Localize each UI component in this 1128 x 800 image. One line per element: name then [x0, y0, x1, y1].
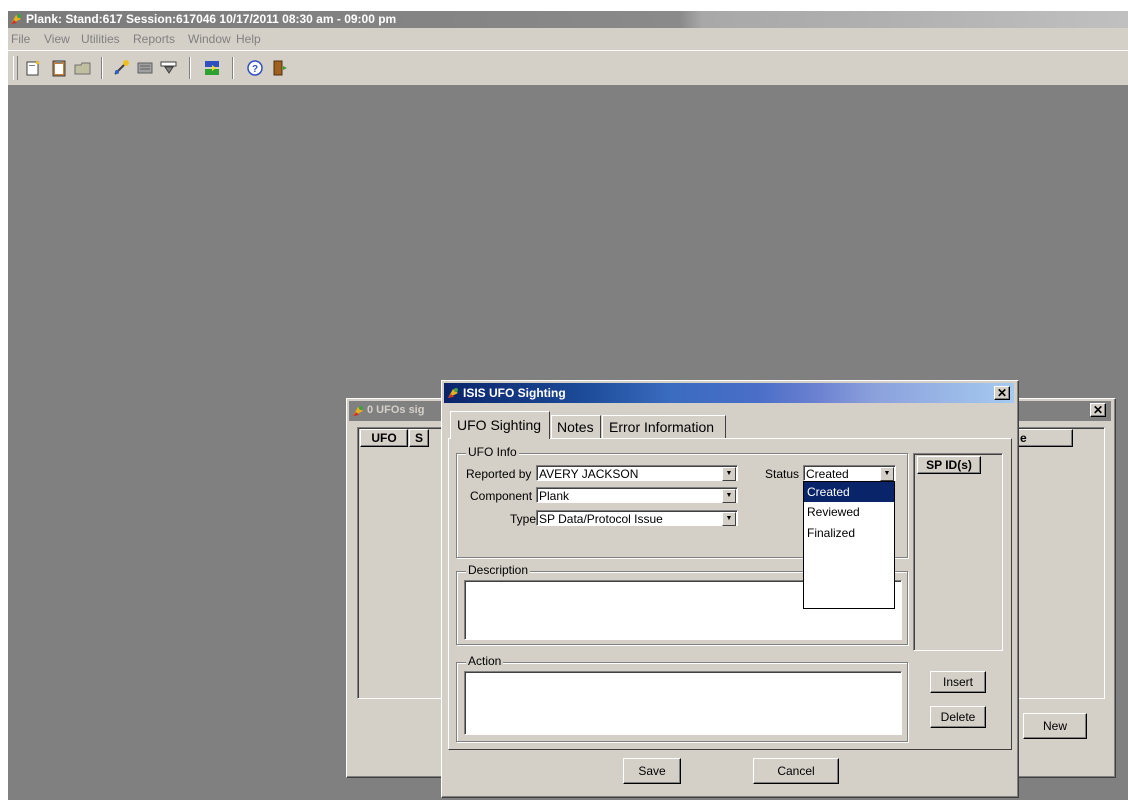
reported-by-select[interactable]: AVERY JACKSON ▼ — [536, 465, 738, 481]
close-icon: ✕ — [1092, 403, 1104, 417]
menu-reports[interactable]: Reports — [133, 32, 175, 46]
open-folder-icon[interactable] — [74, 59, 92, 77]
chevron-down-icon[interactable]: ▼ — [722, 467, 736, 481]
filter-icon[interactable] — [160, 59, 178, 77]
dialog-logo-icon — [447, 387, 459, 399]
tab-error-information-label: Error Information — [609, 419, 715, 435]
exit-door-icon[interactable] — [271, 59, 289, 77]
menu-window[interactable]: Window — [188, 32, 231, 46]
action-label: Action — [466, 654, 504, 668]
app-logo-icon — [10, 13, 22, 25]
ufo-info-label: UFO Info — [466, 445, 519, 459]
delete-button[interactable]: Delete — [930, 706, 986, 728]
reported-by-label: Reported by — [466, 467, 532, 481]
sp-ids-list[interactable] — [913, 453, 1003, 651]
new-icon[interactable] — [24, 59, 42, 77]
status-option-finalized[interactable]: Finalized — [804, 523, 894, 544]
save-button[interactable]: Save — [623, 758, 681, 784]
sp-ids-header[interactable]: SP ID(s) — [917, 456, 981, 474]
status-label: Status — [765, 467, 800, 481]
edit-wand-icon[interactable] — [112, 59, 130, 77]
column-header-right[interactable]: e — [1017, 429, 1073, 447]
menu-bar: File View Utilities Reports Window Help — [8, 28, 1128, 50]
description-label: Description — [466, 563, 531, 577]
svg-text:?: ? — [252, 64, 258, 75]
status-dropdown-list: Created Reviewed Finalized — [803, 481, 895, 609]
list-icon[interactable] — [136, 59, 154, 77]
menu-utilities[interactable]: Utilities — [81, 32, 120, 46]
status-select[interactable]: Created ▼ — [803, 465, 896, 481]
tab-ufo-sighting[interactable]: UFO Sighting — [450, 411, 550, 439]
ufo-list-title: 0 UFOs sig — [367, 404, 425, 416]
menu-file[interactable]: File — [11, 32, 30, 46]
column-header-ufo[interactable]: UFO — [360, 429, 408, 447]
component-value: Plank — [539, 489, 570, 503]
status-option-reviewed[interactable]: Reviewed — [804, 502, 894, 523]
app-titlebar: Plank: Stand:617 Session:617046 10/17/20… — [8, 11, 1128, 28]
reported-by-value: AVERY JACKSON — [539, 467, 639, 481]
toolbar-separator — [189, 57, 191, 79]
clipboard-icon[interactable] — [50, 59, 68, 77]
toolbar-separator — [232, 57, 234, 79]
transfer-icon[interactable] — [203, 59, 221, 77]
component-select[interactable]: Plank ▼ — [536, 487, 738, 503]
chevron-down-icon[interactable]: ▼ — [880, 467, 894, 481]
menu-view[interactable]: View — [44, 32, 70, 46]
cancel-button[interactable]: Cancel — [753, 758, 839, 784]
column-header-s[interactable]: S — [409, 429, 429, 447]
ufo-list-close-button[interactable]: ✕ — [1090, 403, 1106, 417]
status-value: Created — [806, 467, 849, 481]
component-label: Component — [470, 489, 533, 503]
ufo-sighting-dialog: ISIS UFO Sighting ✕ UFO Sighting Notes E… — [441, 380, 1019, 798]
type-select[interactable]: SP Data/Protocol Issue ▼ — [536, 510, 738, 526]
close-icon: ✕ — [996, 386, 1008, 400]
help-icon[interactable]: ? — [246, 59, 264, 77]
new-button[interactable]: New — [1023, 713, 1087, 739]
dialog-title: ISIS UFO Sighting — [463, 386, 566, 400]
tab-notes-label: Notes — [557, 419, 594, 435]
chevron-down-icon[interactable]: ▼ — [722, 489, 736, 503]
toolbar-grip — [13, 56, 18, 80]
toolbar-separator — [101, 57, 103, 79]
ufo-list-logo-icon — [352, 405, 364, 417]
action-textarea[interactable] — [464, 671, 902, 735]
tab-notes[interactable]: Notes — [551, 415, 601, 438]
type-value: SP Data/Protocol Issue — [539, 512, 663, 526]
type-label: Type — [510, 512, 537, 526]
status-option-created[interactable]: Created — [804, 482, 894, 502]
app-title: Plank: Stand:617 Session:617046 10/17/20… — [26, 12, 397, 26]
insert-button[interactable]: Insert — [930, 671, 986, 693]
menu-help[interactable]: Help — [236, 32, 261, 46]
tab-error-information[interactable]: Error Information — [602, 415, 726, 438]
tab-ufo-sighting-label: UFO Sighting — [457, 417, 542, 433]
chevron-down-icon[interactable]: ▼ — [722, 512, 736, 526]
dialog-close-button[interactable]: ✕ — [994, 386, 1010, 400]
dialog-titlebar: ISIS UFO Sighting ✕ — [444, 383, 1014, 403]
